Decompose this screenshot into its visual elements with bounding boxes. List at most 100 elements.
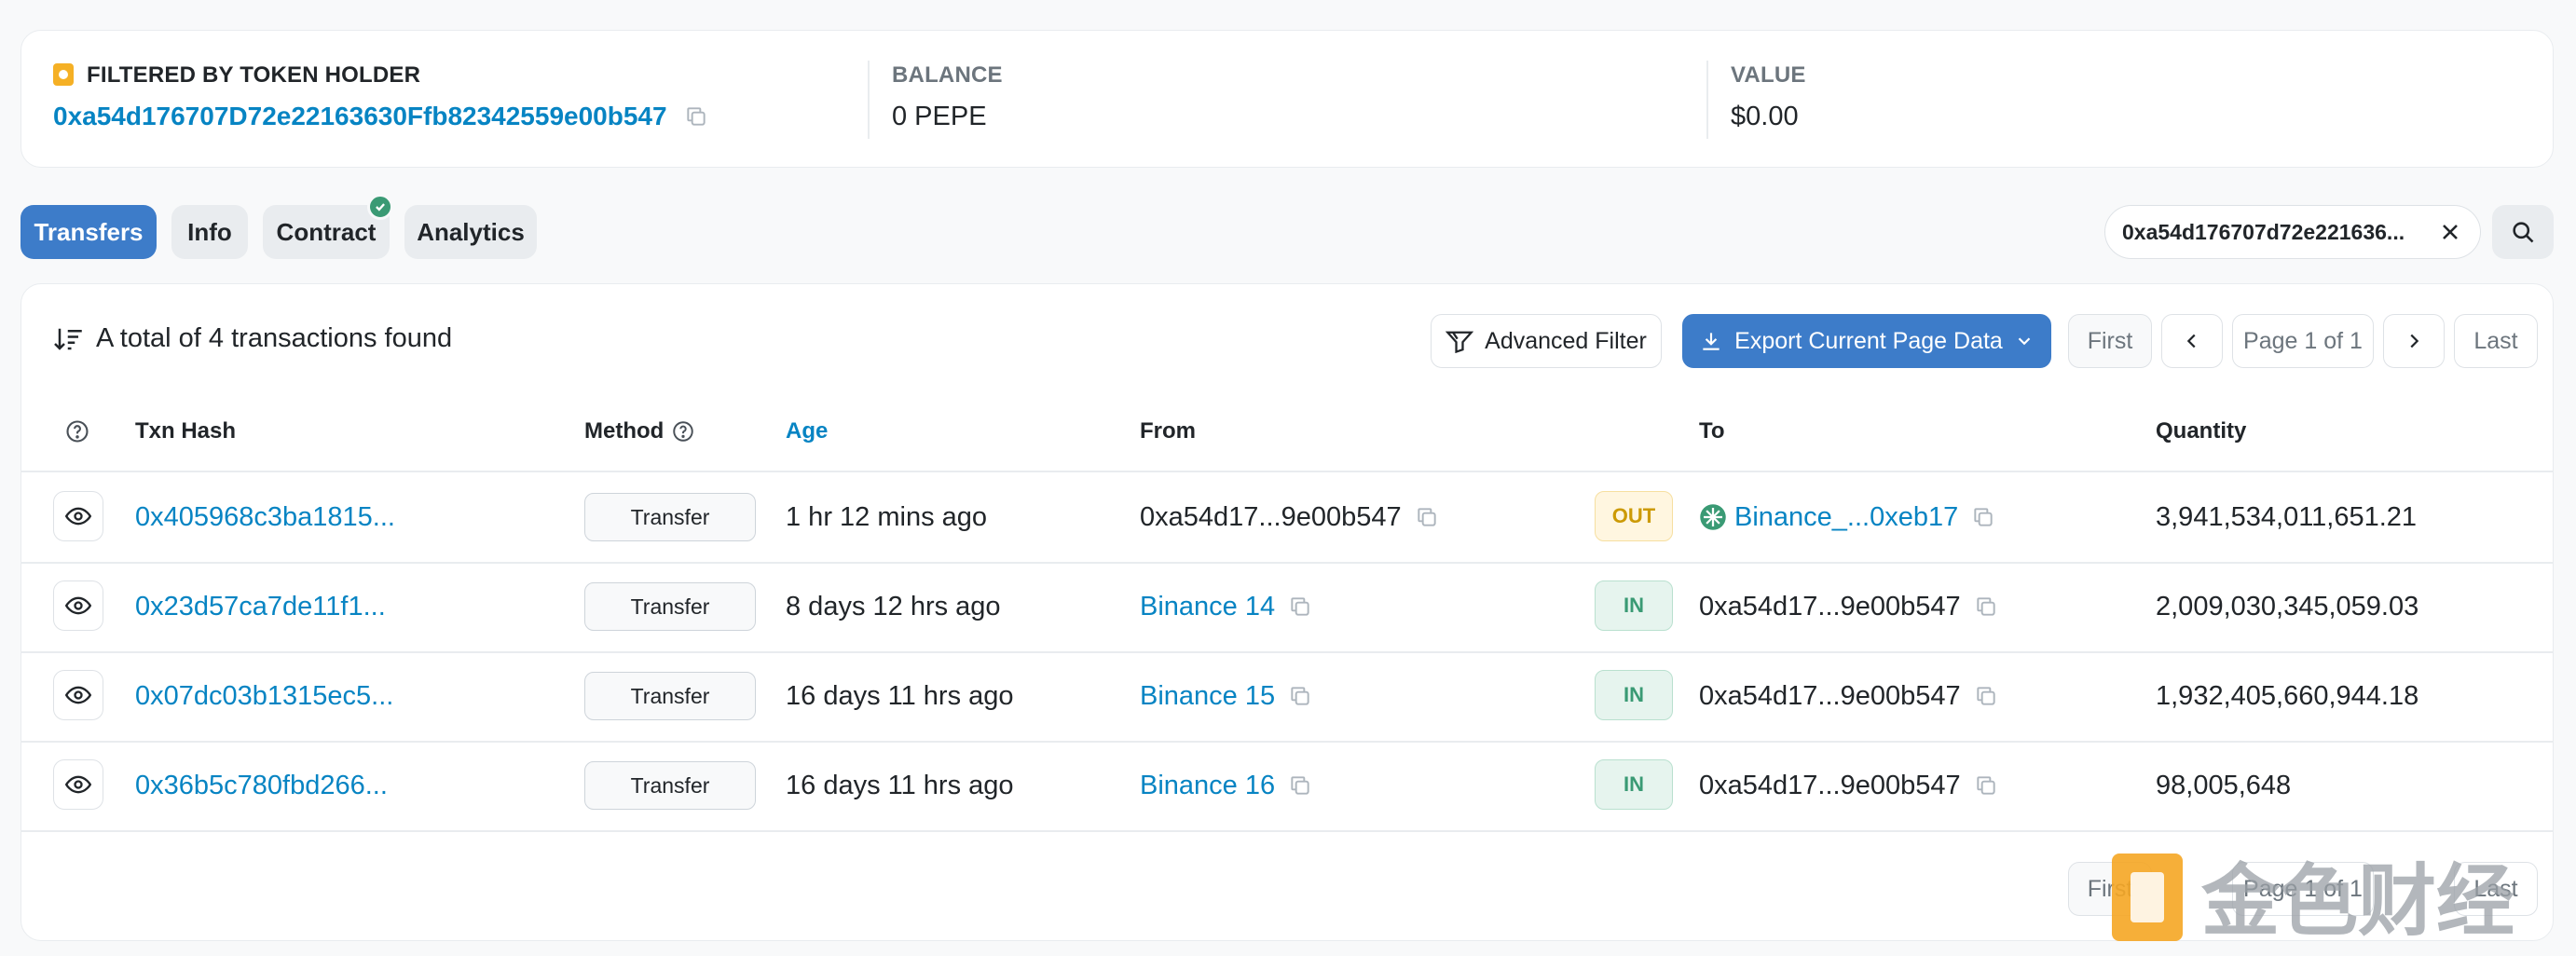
method-badge: Transfer xyxy=(584,672,756,720)
advanced-filter-button[interactable]: Advanced Filter xyxy=(1431,314,1662,368)
copy-icon[interactable] xyxy=(1974,772,1998,799)
copy-icon[interactable] xyxy=(1288,594,1312,620)
site-watermark-logo: 金色财经 xyxy=(2112,854,2514,947)
search-icon xyxy=(2513,222,2534,243)
copy-icon[interactable] xyxy=(1974,683,1998,709)
address-filter-chip[interactable]: 0xa54d176707d72e221636... xyxy=(2104,205,2481,259)
txn-hash-link[interactable]: 0x07dc03b1315ec5... xyxy=(135,651,393,741)
txn-hash-link[interactable]: 0x36b5c780fbd266... xyxy=(135,741,388,830)
pagination-next-button[interactable] xyxy=(2383,314,2445,368)
value-section: VALUE $0.00 xyxy=(1731,62,1806,132)
verified-check-icon xyxy=(367,194,393,220)
to-address: 0xa54d17...9e00b547 xyxy=(1699,741,1998,830)
from-address-link[interactable]: Binance 15 xyxy=(1140,651,1312,741)
direction-badge: IN xyxy=(1595,580,1673,631)
table-row: 0x07dc03b1315ec5... Transfer 16 days 11 … xyxy=(21,651,2553,741)
table-row: 0x36b5c780fbd266... Transfer 16 days 11 … xyxy=(21,741,2553,830)
age-text: 16 days 11 hrs ago xyxy=(786,770,1014,800)
quantity-value: 2,009,030,345,059.03 xyxy=(2156,591,2419,621)
copy-icon[interactable] xyxy=(1288,683,1312,709)
value-value: $0.00 xyxy=(1731,102,1799,131)
to-address: 0xa54d17...9e00b547 xyxy=(1699,651,1998,741)
direction-badge: OUT xyxy=(1595,491,1673,541)
from-address: 0xa54d17...9e00b547 xyxy=(1140,472,1439,562)
divider xyxy=(868,61,870,139)
age-text: 8 days 12 hrs ago xyxy=(786,591,1001,621)
header-txn-hash: Txn Hash xyxy=(135,418,237,444)
view-txn-button[interactable] xyxy=(53,759,103,810)
table-row: 0x405968c3ba1815... Transfer 1 hr 12 min… xyxy=(21,472,2553,562)
holder-address-link[interactable]: 0xa54d176707D72e22163630Ffb82342559e00b5… xyxy=(53,102,708,131)
total-transactions: A total of 4 transactions found xyxy=(53,323,452,354)
view-txn-button[interactable] xyxy=(53,491,103,541)
header-quantity: Quantity xyxy=(2156,418,2247,444)
chevron-left-icon xyxy=(2186,334,2196,348)
search-button[interactable] xyxy=(2492,205,2554,259)
direction-badge: IN xyxy=(1595,670,1673,720)
watermark-text: 金色财经 xyxy=(2201,855,2514,947)
quantity-value: 1,932,405,660,944.18 xyxy=(2156,680,2419,711)
pagination-first-button[interactable]: First xyxy=(2068,314,2152,368)
pagination-page-indicator: Page 1 of 1 xyxy=(2232,314,2374,368)
copy-icon[interactable] xyxy=(1971,504,1995,530)
chevron-right-icon xyxy=(2410,334,2419,348)
quantity-value: 98,005,648 xyxy=(2156,770,2292,800)
method-badge: Transfer xyxy=(584,493,756,541)
holder-address[interactable]: 0xa54d176707D72e22163630Ffb82342559e00b5… xyxy=(53,102,667,131)
method-badge: Transfer xyxy=(584,582,756,631)
column-info-help[interactable] xyxy=(64,418,90,444)
txn-hash-link[interactable]: 0x23d57ca7de11f1... xyxy=(135,562,386,651)
eye-icon xyxy=(65,775,91,794)
header-to: To xyxy=(1699,418,1725,444)
copy-icon[interactable] xyxy=(1415,504,1439,530)
to-address: 0xa54d17...9e00b547 xyxy=(1699,562,1998,651)
tab-info[interactable]: Info xyxy=(171,205,248,259)
eye-icon xyxy=(65,596,91,615)
tab-analytics[interactable]: Analytics xyxy=(404,205,537,259)
close-icon[interactable] xyxy=(2437,219,2463,245)
method-badge: Transfer xyxy=(584,761,756,810)
quantity-value: 3,941,534,011,651.21 xyxy=(2156,501,2418,532)
balance-section: BALANCE 0 PEPE xyxy=(892,62,1003,132)
divider xyxy=(21,830,2553,832)
copy-icon[interactable] xyxy=(684,103,708,130)
filter-icon xyxy=(1446,331,1474,353)
export-page-data-button[interactable]: Export Current Page Data xyxy=(1682,314,2051,368)
to-address-link[interactable]: Binance_...0xeb17 xyxy=(1699,472,1995,562)
filter-holder-section: FILTERED BY TOKEN HOLDER 0xa54d176707D72… xyxy=(53,62,708,131)
chevron-down-icon xyxy=(2018,337,2031,346)
header-method: Method xyxy=(584,418,695,444)
copy-icon[interactable] xyxy=(1288,772,1312,799)
divider xyxy=(1706,61,1708,139)
question-circle-icon xyxy=(66,420,89,443)
from-address-link[interactable]: Binance 16 xyxy=(1140,741,1312,830)
download-icon xyxy=(1703,333,1720,350)
view-txn-button[interactable] xyxy=(53,580,103,631)
direction-badge: IN xyxy=(1595,759,1673,810)
contact-card-icon xyxy=(53,63,74,86)
eye-icon xyxy=(65,686,91,704)
address-chip-text: 0xa54d176707d72e221636... xyxy=(2122,219,2405,244)
pagination-prev-button[interactable] xyxy=(2161,314,2223,368)
balance-label: BALANCE xyxy=(892,62,1003,88)
value-label: VALUE xyxy=(1731,62,1806,88)
table-row: 0x23d57ca7de11f1... Transfer 8 days 12 h… xyxy=(21,562,2553,651)
header-from: From xyxy=(1140,418,1196,444)
age-text: 1 hr 12 mins ago xyxy=(786,501,988,532)
filter-label: FILTERED BY TOKEN HOLDER xyxy=(87,62,421,88)
from-address-link[interactable]: Binance 14 xyxy=(1140,562,1312,651)
copy-icon[interactable] xyxy=(1974,594,1998,620)
question-circle-icon[interactable] xyxy=(671,419,695,444)
pagination-last-button[interactable]: Last xyxy=(2454,314,2538,368)
age-text: 16 days 11 hrs ago xyxy=(786,680,1014,711)
sort-icon xyxy=(54,328,82,350)
token-holder-filter-card: FILTERED BY TOKEN HOLDER 0xa54d176707D72… xyxy=(21,30,2554,168)
header-age-toggle[interactable]: Age xyxy=(786,418,828,444)
eye-icon xyxy=(65,507,91,526)
tab-transfers[interactable]: Transfers xyxy=(21,205,157,259)
txn-hash-link[interactable]: 0x405968c3ba1815... xyxy=(135,472,395,562)
tab-contract[interactable]: Contract xyxy=(263,194,393,259)
balance-value: 0 PEPE xyxy=(892,102,987,131)
contract-icon xyxy=(1700,504,1726,530)
view-txn-button[interactable] xyxy=(53,670,103,720)
